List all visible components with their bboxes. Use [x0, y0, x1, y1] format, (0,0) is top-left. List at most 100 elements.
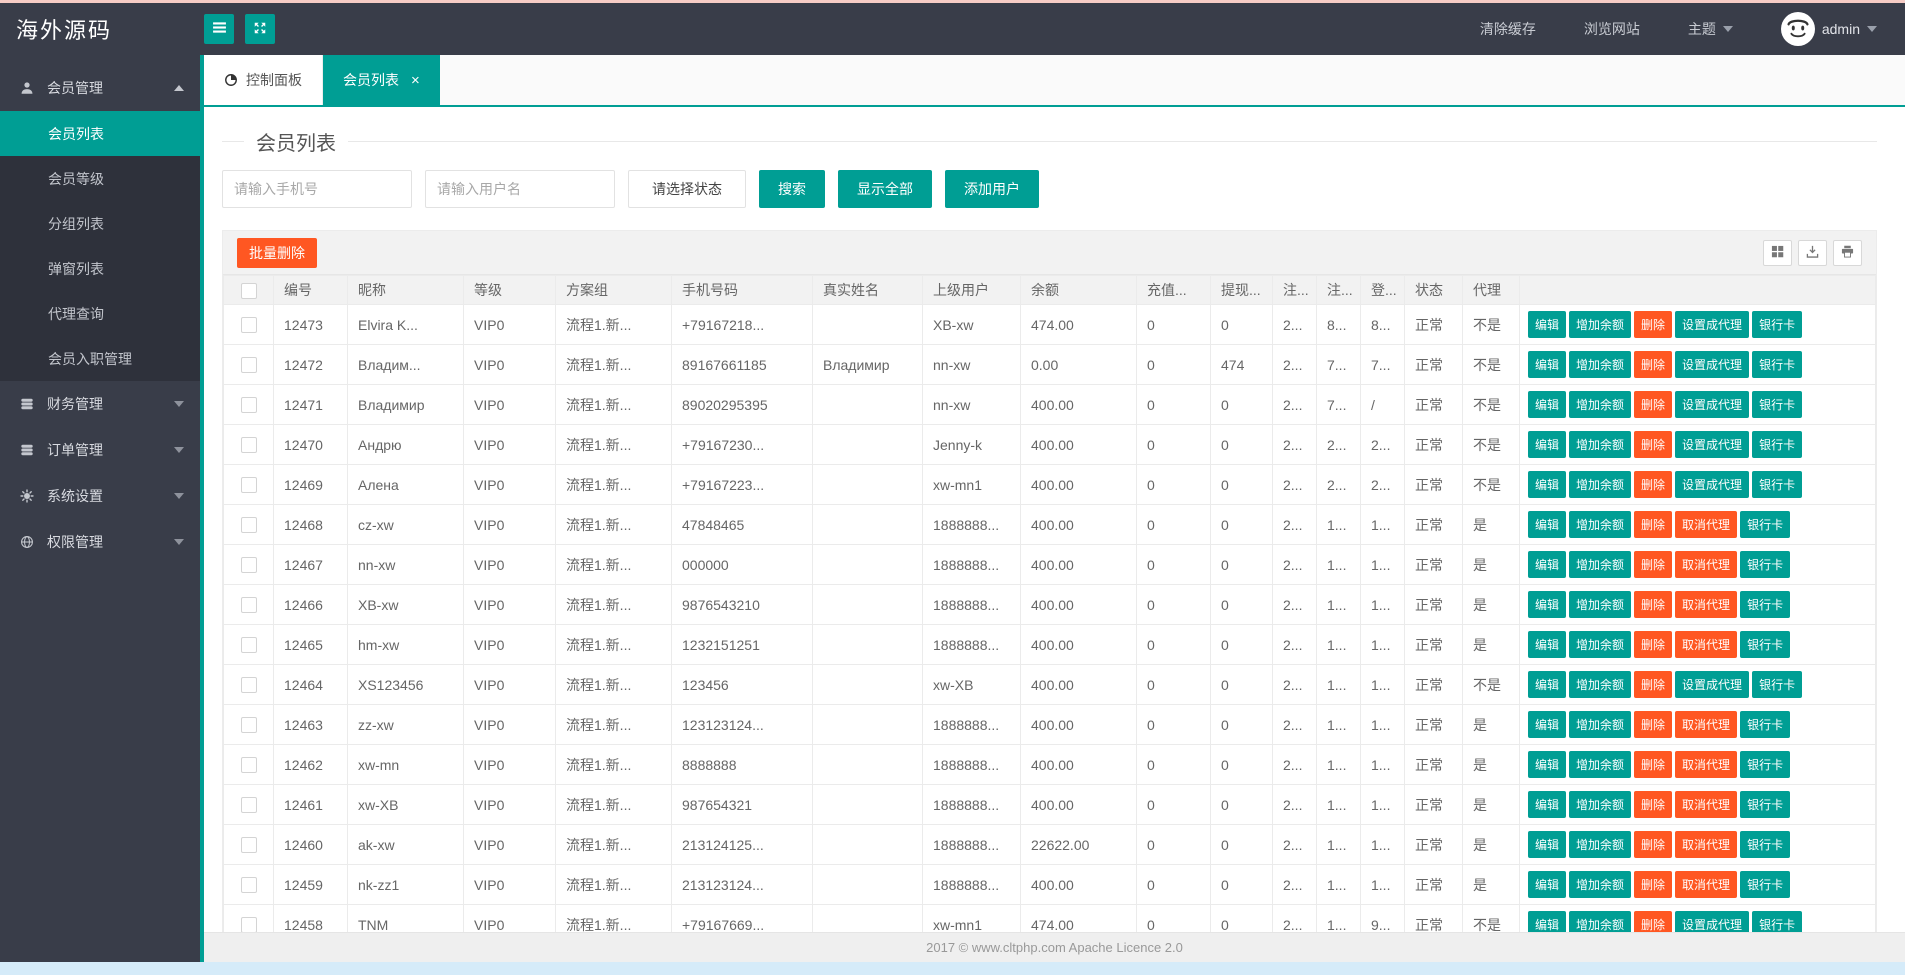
edit-button[interactable]: 编辑 — [1528, 591, 1567, 618]
row-checkbox[interactable] — [240, 517, 257, 534]
add-balance-button[interactable]: 增加余额 — [1569, 311, 1632, 338]
search-button[interactable]: 搜索 — [759, 170, 825, 208]
bank-card-button[interactable]: 银行卡 — [1740, 511, 1791, 538]
set-agent-button[interactable]: 设置成代理 — [1675, 351, 1750, 378]
delete-button[interactable]: 删除 — [1634, 711, 1673, 738]
username-input[interactable] — [425, 170, 615, 208]
sidebar-item-finance-management[interactable]: 财务管理 — [0, 381, 200, 427]
bank-card-button[interactable]: 银行卡 — [1752, 431, 1803, 458]
add-balance-button[interactable]: 增加余额 — [1569, 871, 1632, 898]
add-user-button[interactable]: 添加用户 — [945, 170, 1039, 208]
edit-button[interactable]: 编辑 — [1528, 431, 1567, 458]
delete-button[interactable]: 删除 — [1634, 391, 1673, 418]
row-checkbox[interactable] — [240, 397, 257, 414]
row-checkbox[interactable] — [240, 677, 257, 694]
bank-card-button[interactable]: 银行卡 — [1752, 471, 1803, 498]
theme-dropdown[interactable]: 主题 — [1688, 19, 1733, 39]
set-agent-button[interactable]: 设置成代理 — [1675, 311, 1750, 338]
cancel-agent-button[interactable]: 取消代理 — [1675, 631, 1738, 658]
sidebar-subitem-group-list[interactable]: 分组列表 — [0, 201, 200, 246]
add-balance-button[interactable]: 增加余额 — [1569, 471, 1632, 498]
row-checkbox[interactable] — [240, 437, 257, 454]
set-agent-button[interactable]: 设置成代理 — [1675, 391, 1750, 418]
delete-button[interactable]: 删除 — [1634, 671, 1673, 698]
delete-button[interactable]: 删除 — [1634, 911, 1673, 932]
add-balance-button[interactable]: 增加余额 — [1569, 831, 1632, 858]
row-checkbox[interactable] — [240, 637, 257, 654]
sidebar-subitem-popup-list[interactable]: 弹窗列表 — [0, 246, 200, 291]
batch-delete-button[interactable]: 批量删除 — [237, 237, 317, 268]
edit-button[interactable]: 编辑 — [1528, 631, 1567, 658]
tab-console[interactable]: 控制面板 — [204, 55, 323, 105]
bank-card-button[interactable]: 银行卡 — [1752, 391, 1803, 418]
cancel-agent-button[interactable]: 取消代理 — [1675, 791, 1738, 818]
sidebar-subitem-member-level[interactable]: 会员等级 — [0, 156, 200, 201]
set-agent-button[interactable]: 设置成代理 — [1675, 431, 1750, 458]
sidebar-toggle-button[interactable] — [204, 14, 234, 44]
export-button[interactable] — [1798, 239, 1827, 266]
bank-card-button[interactable]: 银行卡 — [1752, 671, 1803, 698]
edit-button[interactable]: 编辑 — [1528, 671, 1567, 698]
bank-card-button[interactable]: 银行卡 — [1740, 751, 1791, 778]
add-balance-button[interactable]: 增加余额 — [1569, 711, 1632, 738]
show-all-button[interactable]: 显示全部 — [838, 170, 932, 208]
row-checkbox[interactable] — [240, 877, 257, 894]
add-balance-button[interactable]: 增加余额 — [1569, 431, 1632, 458]
add-balance-button[interactable]: 增加余额 — [1569, 911, 1632, 932]
set-agent-button[interactable]: 设置成代理 — [1675, 911, 1750, 932]
edit-button[interactable]: 编辑 — [1528, 351, 1567, 378]
edit-button[interactable]: 编辑 — [1528, 911, 1567, 932]
add-balance-button[interactable]: 增加余额 — [1569, 351, 1632, 378]
delete-button[interactable]: 删除 — [1634, 471, 1673, 498]
edit-button[interactable]: 编辑 — [1528, 311, 1567, 338]
delete-button[interactable]: 删除 — [1634, 631, 1673, 658]
delete-button[interactable]: 删除 — [1634, 591, 1673, 618]
add-balance-button[interactable]: 增加余额 — [1569, 551, 1632, 578]
add-balance-button[interactable]: 增加余额 — [1569, 391, 1632, 418]
edit-button[interactable]: 编辑 — [1528, 791, 1567, 818]
row-checkbox[interactable] — [240, 557, 257, 574]
bank-card-button[interactable]: 银行卡 — [1740, 591, 1791, 618]
bank-card-button[interactable]: 银行卡 — [1752, 911, 1803, 932]
edit-button[interactable]: 编辑 — [1528, 551, 1567, 578]
cancel-agent-button[interactable]: 取消代理 — [1675, 831, 1738, 858]
row-checkbox[interactable] — [240, 477, 257, 494]
user-menu[interactable]: admin — [1780, 12, 1877, 46]
delete-button[interactable]: 删除 — [1634, 351, 1673, 378]
row-checkbox[interactable] — [240, 317, 257, 334]
select-all-checkbox[interactable] — [240, 282, 257, 299]
add-balance-button[interactable]: 增加余额 — [1569, 591, 1632, 618]
delete-button[interactable]: 删除 — [1634, 751, 1673, 778]
cancel-agent-button[interactable]: 取消代理 — [1675, 511, 1738, 538]
status-select[interactable]: 请选择状态 — [628, 170, 746, 208]
bank-card-button[interactable]: 银行卡 — [1740, 831, 1791, 858]
set-agent-button[interactable]: 设置成代理 — [1675, 471, 1750, 498]
cancel-agent-button[interactable]: 取消代理 — [1675, 871, 1738, 898]
bank-card-button[interactable]: 银行卡 — [1740, 791, 1791, 818]
edit-button[interactable]: 编辑 — [1528, 511, 1567, 538]
close-icon[interactable]: × — [411, 73, 420, 88]
grid-button[interactable] — [1763, 239, 1792, 266]
cancel-agent-button[interactable]: 取消代理 — [1675, 711, 1738, 738]
row-checkbox[interactable] — [240, 717, 257, 734]
row-checkbox[interactable] — [240, 797, 257, 814]
sidebar-item-permission-management[interactable]: 权限管理 — [0, 519, 200, 565]
edit-button[interactable]: 编辑 — [1528, 751, 1567, 778]
add-balance-button[interactable]: 增加余额 — [1569, 631, 1632, 658]
delete-button[interactable]: 删除 — [1634, 871, 1673, 898]
row-checkbox[interactable] — [240, 357, 257, 374]
delete-button[interactable]: 删除 — [1634, 311, 1673, 338]
row-checkbox[interactable] — [240, 597, 257, 614]
tab-member-list[interactable]: 会员列表 × — [323, 55, 440, 105]
delete-button[interactable]: 删除 — [1634, 831, 1673, 858]
bank-card-button[interactable]: 银行卡 — [1740, 631, 1791, 658]
browse-site-link[interactable]: 浏览网站 — [1584, 19, 1640, 39]
edit-button[interactable]: 编辑 — [1528, 711, 1567, 738]
delete-button[interactable]: 删除 — [1634, 431, 1673, 458]
bank-card-button[interactable]: 银行卡 — [1740, 551, 1791, 578]
edit-button[interactable]: 编辑 — [1528, 831, 1567, 858]
add-balance-button[interactable]: 增加余额 — [1569, 791, 1632, 818]
row-checkbox[interactable] — [240, 837, 257, 854]
sidebar-item-order-management[interactable]: 订单管理 — [0, 427, 200, 473]
edit-button[interactable]: 编辑 — [1528, 871, 1567, 898]
